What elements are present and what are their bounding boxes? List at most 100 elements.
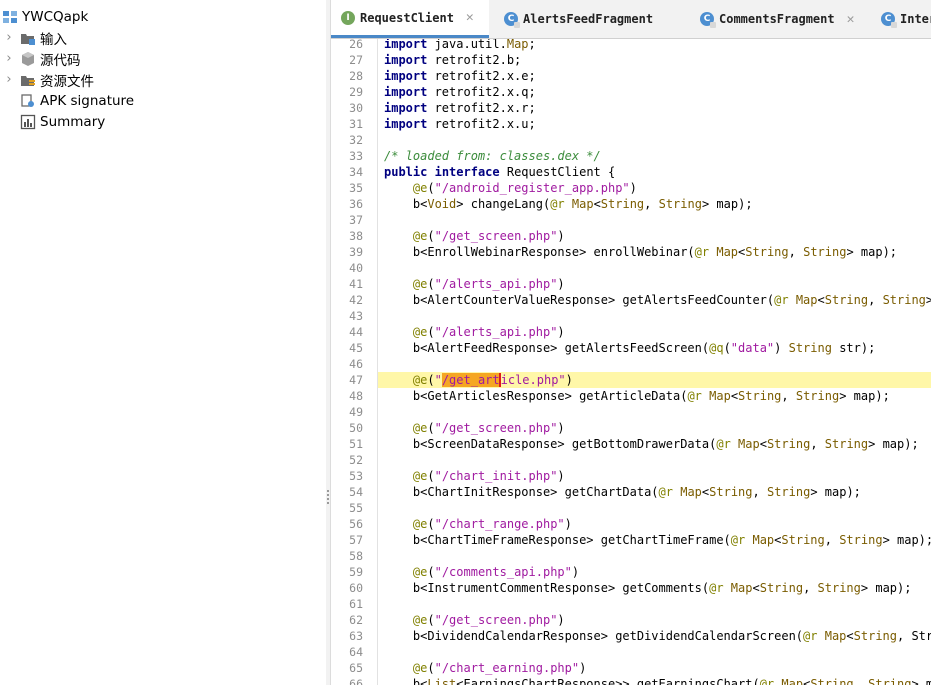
code-text: @e("/chart_earning.php") (412, 661, 587, 675)
tree-item-resources[interactable]: › 资源文件 (2, 69, 94, 90)
line-number: 50 (349, 421, 363, 435)
project-tree-panel: YWCQapk › 输入 › 源代码 › 资源文件 APK signature … (0, 0, 327, 685)
code-line[interactable]: 37 (331, 212, 931, 228)
code-line[interactable]: 44 @e("/alerts_api.php") (331, 324, 931, 340)
editor-tab-bar: I RequestClient ✕ C AlertsFeedFragment C… (331, 0, 931, 39)
code-line[interactable]: 33 /* loaded from: classes.dex */ (331, 148, 931, 164)
code-editor[interactable]: 26 import java.util.Map; 27 import retrofit… (331, 39, 931, 685)
code-line[interactable]: 40 (331, 260, 931, 276)
line-number: 32 (349, 133, 363, 147)
code-line[interactable]: 65 @e("/chart_earning.php") (331, 660, 931, 676)
line-number: 46 (349, 357, 363, 371)
code-line[interactable]: 31 import retrofit2.x.u; (331, 116, 931, 132)
code-line[interactable]: 35 @e("/android_register_app.php") (331, 180, 931, 196)
code-line[interactable]: 64 (331, 644, 931, 660)
code-line[interactable]: 39 b<EnrollWebinarResponse> enrollWebina… (331, 244, 931, 260)
code-line[interactable]: 28 import retrofit2.x.e; (331, 68, 931, 84)
code-line[interactable]: 54 b<ChartInitResponse> getChartData(@r … (331, 484, 931, 500)
code-text: import retrofit2.b; (384, 53, 522, 67)
code-line[interactable]: 27 import retrofit2.b; (331, 52, 931, 68)
line-number: 66 (349, 677, 363, 685)
code-line[interactable]: 52 (331, 452, 931, 468)
code-line[interactable]: 57 b<ChartTimeFrameResponse> getChartTim… (331, 532, 931, 548)
code-line[interactable]: 62 @e("/get_screen.php") (331, 612, 931, 628)
code-line[interactable]: 58 (331, 548, 931, 564)
class-icon: C (504, 12, 520, 28)
tree-item-input[interactable]: › 输入 (2, 27, 67, 48)
tab-alerts-feed-fragment[interactable]: C AlertsFeedFragment (494, 0, 684, 38)
code-text: import retrofit2.x.r; (384, 101, 536, 115)
tree-item-summary[interactable]: Summary (20, 111, 105, 132)
close-icon[interactable]: ✕ (847, 12, 855, 27)
code-line[interactable]: 51 b<ScreenDataResponse> getBottomDrawer… (331, 436, 931, 452)
line-number: 36 (349, 197, 363, 211)
code-line[interactable]: 42 b<AlertCounterValueResponse> getAlert… (331, 292, 931, 308)
close-icon[interactable]: ✕ (466, 10, 474, 25)
code-line[interactable]: 45 b<AlertFeedResponse> getAlertsFeedScr… (331, 340, 931, 356)
line-number: 28 (349, 69, 363, 83)
line-number: 47 (349, 373, 363, 387)
tree-item-apk-signature[interactable]: APK signature (20, 90, 134, 111)
resources-icon (20, 72, 36, 88)
code-text: import retrofit2.x.u; (384, 117, 536, 131)
line-number: 58 (349, 549, 363, 563)
tree-item-label: Summary (40, 113, 106, 130)
code-text: public interface RequestClient { (384, 165, 616, 179)
code-line[interactable]: 32 (331, 132, 931, 148)
code-text: /* loaded from: classes.dex */ (384, 149, 601, 163)
tab-inter[interactable]: C Inter (871, 0, 931, 38)
tree-root[interactable]: YWCQapk (2, 6, 88, 27)
line-number: 39 (349, 245, 363, 259)
splitter-grip-icon[interactable] (327, 490, 329, 504)
code-line[interactable]: 29 import retrofit2.x.q; (331, 84, 931, 100)
class-icon: C (700, 12, 716, 28)
code-line[interactable]: 46 (331, 356, 931, 372)
code-line[interactable]: 53 @e("/chart_init.php") (331, 468, 931, 484)
code-line[interactable]: 43 (331, 308, 931, 324)
tab-label: AlertsFeedFragment (523, 12, 654, 26)
code-line[interactable]: 41 @e("/alerts_api.php") (331, 276, 931, 292)
code-line[interactable]: 61 (331, 596, 931, 612)
code-line[interactable]: 50 @e("/get_screen.php") (331, 420, 931, 436)
code-line[interactable]: 49 (331, 404, 931, 420)
tab-label: CommentsFragment (719, 12, 835, 26)
code-text: import retrofit2.x.q; (384, 85, 536, 99)
line-number: 48 (349, 389, 363, 403)
code-line[interactable]: 47 @e("/get_article.php") (331, 372, 931, 388)
tab-comments-fragment[interactable]: C CommentsFragment ✕ (690, 0, 870, 38)
code-line[interactable]: 30 import retrofit2.x.r; (331, 100, 931, 116)
tab-request-client[interactable]: I RequestClient ✕ (331, 0, 489, 38)
line-number: 53 (349, 469, 363, 483)
code-line[interactable]: 26 import java.util.Map; (331, 39, 931, 52)
tree-item-source-code[interactable]: › 源代码 (2, 48, 80, 69)
code-line[interactable]: 66 b<List<EarningsChartResponse>> getEar… (331, 676, 931, 685)
line-number: 54 (349, 485, 363, 499)
chevron-right-icon[interactable]: › (2, 51, 16, 66)
code-line[interactable]: 60 b<InstrumentCommentResponse> getComme… (331, 580, 931, 596)
line-number: 34 (349, 165, 363, 179)
code-text: @e("/chart_range.php") (412, 517, 572, 531)
code-line[interactable]: 34 public interface RequestClient { (331, 164, 931, 180)
code-line[interactable]: 56 @e("/chart_range.php") (331, 516, 931, 532)
line-number: 29 (349, 85, 363, 99)
code-text: import retrofit2.x.e; (384, 69, 536, 83)
tree-item-label: APK signature (40, 92, 135, 109)
code-line[interactable]: 55 (331, 500, 931, 516)
line-number: 31 (349, 117, 363, 131)
code-text: b<Void> changeLang(@r Map<String, String… (384, 197, 753, 211)
line-number: 27 (349, 53, 363, 67)
code-line[interactable]: 48 b<GetArticlesResponse> getArticleData… (331, 388, 931, 404)
code-line[interactable]: 36 b<Void> changeLang(@r Map<String, Str… (331, 196, 931, 212)
code-line[interactable]: 63 b<DividendCalendarResponse> getDivide… (331, 628, 931, 644)
code-text: b<ScreenDataResponse> getBottomDrawerDat… (384, 437, 919, 451)
chevron-right-icon[interactable]: › (2, 72, 16, 87)
code-text: @e("/get_article.php") (378, 372, 931, 388)
code-text: b<ChartInitResponse> getChartData(@r Map… (384, 485, 861, 499)
code-line[interactable]: 38 @e("/get_screen.php") (331, 228, 931, 244)
chevron-right-icon[interactable]: › (2, 30, 16, 45)
code-line[interactable]: 59 @e("/comments_api.php") (331, 564, 931, 580)
